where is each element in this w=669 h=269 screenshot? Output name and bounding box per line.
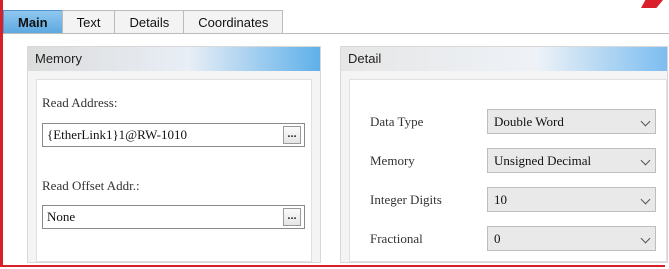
data-type-value: Double Word — [494, 114, 564, 129]
tab-coordinates[interactable]: Coordinates — [183, 10, 284, 34]
data-type-label: Data Type — [370, 114, 424, 129]
tab-bar: Main Text Details Coordinates — [3, 8, 284, 34]
tab-main[interactable]: Main — [3, 10, 63, 34]
tab-details[interactable]: Details — [114, 10, 185, 34]
fractional-select[interactable]: 0 — [487, 226, 656, 251]
chevron-down-icon — [640, 194, 651, 205]
read-offset-label: Read Offset Addr.: — [42, 178, 140, 193]
data-type-select[interactable]: Double Word — [487, 109, 656, 134]
memory-value: Unsigned Decimal — [494, 153, 592, 168]
chevron-down-icon — [640, 116, 651, 127]
fractional-value: 0 — [494, 231, 501, 246]
memory-panel: Memory Read Address: {EtherLink1}1@RW-10… — [27, 46, 321, 263]
memory-select[interactable]: Unsigned Decimal — [487, 148, 656, 173]
read-address-label: Read Address: — [42, 95, 118, 110]
detail-panel: Detail Data Type Double Word Memory Unsi… — [340, 46, 668, 263]
integer-digits-label: Integer Digits — [370, 192, 442, 207]
chevron-down-icon — [640, 233, 651, 244]
integer-digits-select[interactable]: 10 — [487, 187, 656, 212]
tab-underline — [3, 33, 669, 34]
memory-panel-body: Read Address: {EtherLink1}1@RW-1010 ... … — [36, 79, 312, 262]
integer-digits-value: 10 — [494, 192, 507, 207]
memory-panel-title: Memory — [28, 47, 320, 71]
read-offset-browse-button[interactable]: ... — [283, 208, 301, 226]
tab-text[interactable]: Text — [61, 10, 116, 34]
read-offset-field[interactable]: None — [42, 205, 305, 229]
read-address-browse-button[interactable]: ... — [283, 126, 301, 144]
fractional-label: Fractional — [370, 231, 423, 246]
chevron-down-icon — [640, 155, 651, 166]
memory-label: Memory — [370, 153, 415, 168]
read-address-field[interactable]: {EtherLink1}1@RW-1010 — [42, 123, 305, 147]
detail-panel-body: Data Type Double Word Memory Unsigned De… — [349, 79, 667, 262]
detail-panel-title: Detail — [341, 47, 667, 71]
